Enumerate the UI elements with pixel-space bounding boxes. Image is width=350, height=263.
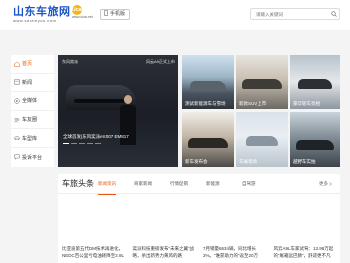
news-thumbnail[interactable]: 车展现场 <box>236 112 288 167</box>
partner-logo-url: www.ucar.net <box>72 15 93 19</box>
news-thumbnail[interactable]: 越野车实拍 <box>290 112 340 167</box>
sidebar-nav: 首页 新闻 全媒体 车友圈 车型库 投诉平台 <box>11 55 54 167</box>
thumbnail-caption: 新款SUV上市 <box>239 101 267 106</box>
hero-dot[interactable] <box>95 143 101 145</box>
thumbnail-caption: 新车发布会 <box>185 159 208 164</box>
sidebar-item-label: 新闻 <box>22 79 33 86</box>
partner-logo[interactable]: Ucar www.ucar.net <box>72 5 93 20</box>
sidebar-item-news[interactable]: 新闻 <box>11 74 54 93</box>
news-icon <box>14 79 20 85</box>
more-label: 更多 <box>319 181 328 186</box>
headlines-header: 车旅头条 新闻资讯 商家新闻 行情促销 新能源 自驾游 更多 <box>58 174 340 195</box>
headline-item[interactable]: 7月销量6634辆，同比增长2%。“谁获助力的”返至20万 <box>199 246 270 259</box>
mobile-version-label: 手机版 <box>110 11 126 17</box>
thumbnail-caption: 越野车实拍 <box>293 159 316 164</box>
phone-icon <box>104 9 108 20</box>
sidebar-item-home[interactable]: 首页 <box>11 55 54 74</box>
complaint-icon <box>14 154 20 161</box>
headline-list: 比亚迪第五代DM技术再进化，NEDC百公里亏电油耗降至2.9L 奕派科技重磅发布… <box>58 246 340 259</box>
logo-text: 山东车旅网 <box>13 6 71 18</box>
home-icon <box>14 61 20 67</box>
sidebar-item-circle[interactable]: 车友圈 <box>11 111 54 130</box>
thumbnail-caption: 测试新能源车与雪场 <box>185 101 226 106</box>
tab-road-trip[interactable]: 自驾游 <box>242 174 278 194</box>
chevron-right-icon <box>329 181 332 187</box>
search-icon[interactable] <box>329 9 339 19</box>
hero-brand-right: 风云A9正式上市 <box>146 59 175 64</box>
sidebar-item-label: 全媒体 <box>22 98 38 105</box>
tab-dealer-news[interactable]: 商家新闻 <box>134 174 170 194</box>
news-thumbnail[interactable]: 新车发布会 <box>182 112 234 167</box>
media-icon <box>14 98 20 104</box>
sidebar-item-media[interactable]: 全媒体 <box>11 92 54 111</box>
section-title: 车旅头条 <box>62 179 94 188</box>
sidebar-item-label: 车友圈 <box>22 117 38 124</box>
top-header: 山东车旅网 www.sdcheyou.com Ucar www.ucar.net… <box>0 0 350 30</box>
thumbnail-caption: 豪华轿车亮相 <box>293 101 320 106</box>
logo-url: www.sdcheyou.com <box>13 18 57 23</box>
circle-icon <box>14 117 20 123</box>
search-input[interactable] <box>251 11 329 17</box>
hero-dot[interactable] <box>79 143 85 145</box>
headline-item[interactable]: 奕派科技重磅发布“未来之翼”战略，杀出新势力黄风的路 <box>129 246 200 259</box>
headline-item[interactable]: 风云A9L车家试驾：13.98万起的“尾箱远巴赫”，舒适更不凡 <box>270 246 341 259</box>
tab-promotions[interactable]: 行情促销 <box>170 174 206 194</box>
partner-logo-mark: Ucar <box>72 5 84 15</box>
sidebar-item-label: 投诉平台 <box>22 154 43 161</box>
hero-banner[interactable]: 东风奕派 风云A9正式上市 全球首发|东风奕派eπ007 EM817 <box>58 55 178 167</box>
tab-new-energy[interactable]: 新能源 <box>206 174 242 194</box>
more-link[interactable]: 更多 <box>319 181 332 187</box>
hero-dot[interactable] <box>63 143 69 145</box>
sidebar-item-complaint[interactable]: 投诉平台 <box>11 148 54 167</box>
hero-brand-left: 东风奕派 <box>62 59 78 64</box>
hero-dot[interactable] <box>87 143 93 145</box>
search-box <box>250 8 340 20</box>
car-icon <box>14 135 20 141</box>
hero-caption: 全球首发|东风奕派eπ007 EM817 <box>63 134 129 139</box>
hero-pagination <box>63 143 101 145</box>
tab-news-info[interactable]: 新闻资讯 <box>98 174 134 195</box>
news-thumbnail[interactable]: 豪华轿车亮相 <box>290 55 340 109</box>
sidebar-item-label: 车型库 <box>22 135 38 142</box>
site-logo[interactable]: 山东车旅网 www.sdcheyou.com <box>13 6 71 23</box>
headline-item[interactable]: 比亚迪第五代DM技术再进化，NEDC百公里亏电油耗降至2.9L <box>58 246 129 259</box>
sidebar-item-car-models[interactable]: 车型库 <box>11 129 54 148</box>
hero-dot[interactable] <box>71 143 77 145</box>
headlines-section: 车旅头条 新闻资讯 商家新闻 行情促销 新能源 自驾游 更多 比亚迪第五代DM技… <box>58 174 340 263</box>
sidebar-item-label: 首页 <box>22 61 33 68</box>
news-thumbnail[interactable]: 新款SUV上市 <box>236 55 288 109</box>
thumbnail-caption: 车展现场 <box>239 159 257 164</box>
mobile-version-button[interactable]: 手机版 <box>100 9 131 20</box>
news-thumbnail[interactable]: 测试新能源车与雪场 <box>182 55 234 109</box>
